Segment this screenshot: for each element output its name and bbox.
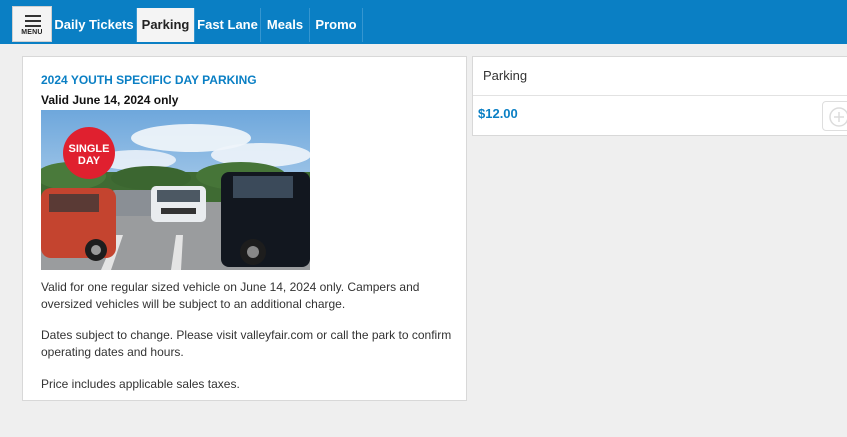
tab-parking[interactable]: Parking [137,8,194,42]
add-quantity-button[interactable] [822,101,847,131]
tab-promo[interactable]: Promo [310,8,362,42]
badge-line-1: SINGLE [69,143,110,155]
tab-meals[interactable]: Meals [261,8,309,42]
product-dates-note: Dates subject to change. Please visit va… [41,328,452,359]
plus-circle-icon [829,107,847,127]
product-tax-note: Price includes applicable sales taxes. [41,377,240,391]
tab-fast-lane[interactable]: Fast Lane [195,8,260,42]
product-description: Valid for one regular sized vehicle on J… [41,280,420,311]
price-label: $12.00 [478,106,518,121]
tab-daily-tickets[interactable]: Daily Tickets [52,8,136,42]
menu-label: MENU [21,29,43,36]
product-card: 2024 YOUTH SPECIFIC DAY PARKING Valid Ju… [22,56,467,401]
hamburger-icon [25,15,41,30]
product-title[interactable]: 2024 YOUTH SPECIFIC DAY PARKING [41,73,257,87]
tab-divider [362,8,363,42]
product-image: SINGLE DAY [41,110,310,270]
purchase-panel-header: Parking [473,57,847,96]
menu-button[interactable]: MENU [12,6,52,42]
badge-line-2: DAY [78,155,101,167]
purchase-panel: Parking $12.00 [472,56,847,136]
top-navigation-bar: MENU Daily Tickets Parking Fast Lane Mea… [0,0,847,44]
product-valid-date: Valid June 14, 2024 only [41,93,179,107]
